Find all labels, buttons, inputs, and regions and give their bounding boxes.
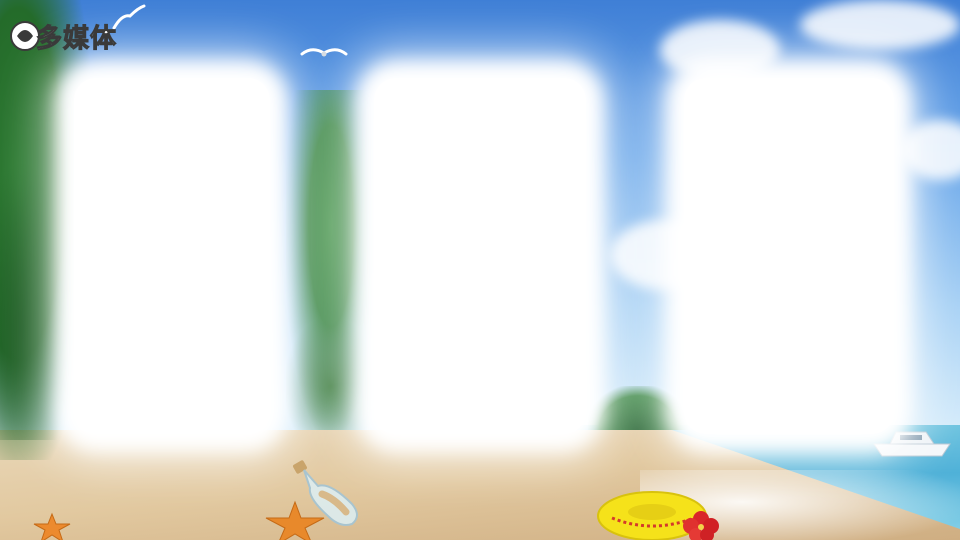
trees-center	[286, 320, 376, 430]
cloud	[660, 20, 780, 80]
seagull-icon	[300, 48, 348, 57]
cloud	[800, 0, 960, 50]
watermark-text: 多媒体	[35, 24, 118, 55]
photo-panel-center	[374, 78, 586, 434]
starfish-icon	[265, 500, 325, 540]
hibiscus-flower	[683, 511, 719, 540]
beach-background: 多媒体	[0, 0, 960, 540]
photo-panel-left	[74, 78, 270, 434]
starfish-icon	[33, 512, 71, 540]
island	[588, 386, 688, 430]
foliage-left	[0, 160, 70, 440]
photo-panel-right	[684, 78, 894, 434]
